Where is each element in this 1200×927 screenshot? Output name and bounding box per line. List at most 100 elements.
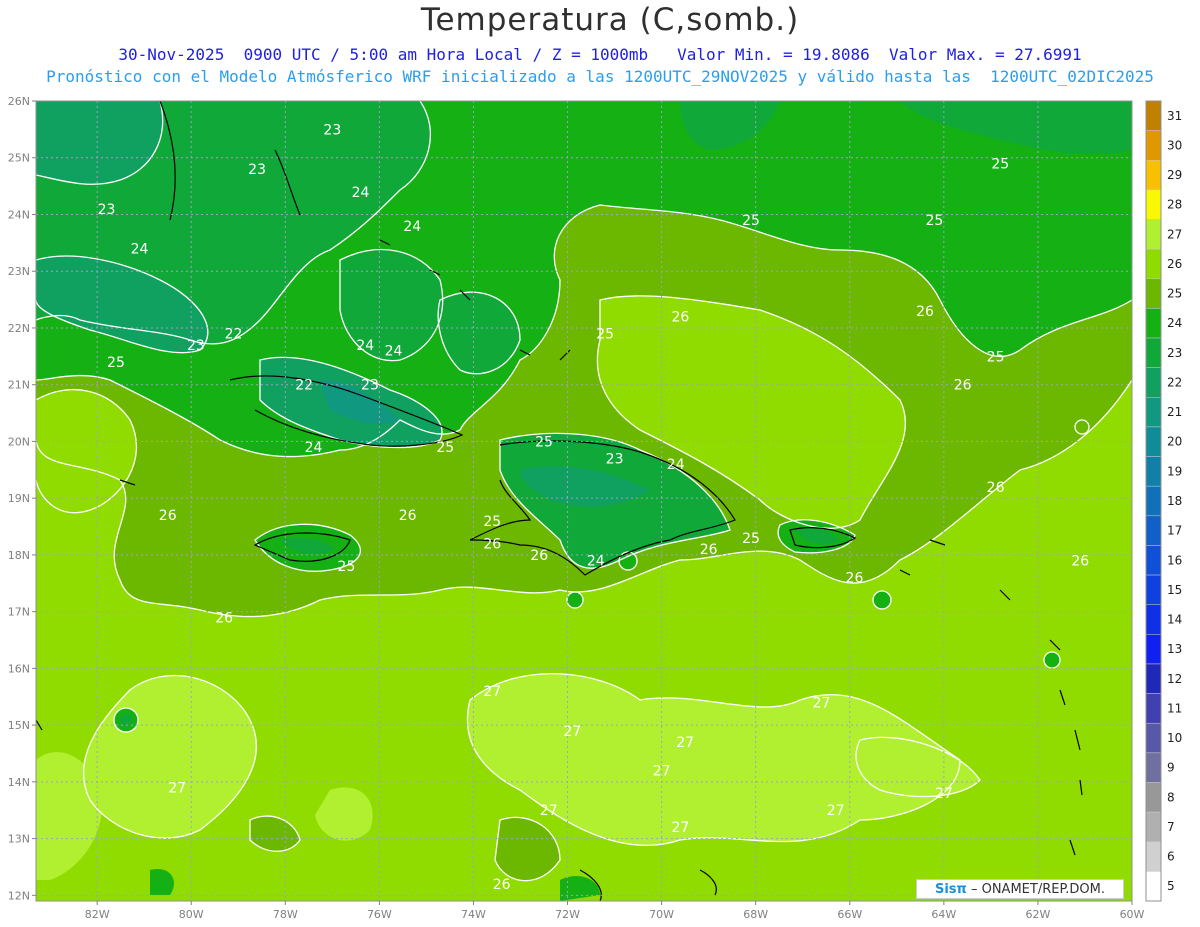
legend-label: 11 [1167, 701, 1182, 715]
lon-label: 80W [179, 908, 204, 921]
sispi-logo-text: Sisπ [934, 882, 967, 897]
legend-swatch [1145, 515, 1162, 546]
contour-label: 23 [323, 122, 341, 138]
legend-label: 31 [1167, 109, 1182, 123]
legend-label: 15 [1167, 583, 1182, 597]
lon-label: 68W [743, 908, 768, 921]
contour-label: 25 [742, 531, 760, 547]
contour-label: 25 [991, 156, 1009, 172]
lon-label: 72W [555, 908, 580, 921]
lat-label: 13N [8, 833, 30, 846]
contour-label: 26 [987, 480, 1005, 496]
contour-label: 26 [399, 508, 417, 524]
legend-swatch [1145, 604, 1162, 635]
legend-swatch [1145, 693, 1162, 724]
contour-label: 23 [248, 162, 266, 178]
contour-label: 27 [563, 724, 581, 740]
lat-label: 18N [8, 549, 30, 562]
legend-label: 7 [1167, 820, 1175, 834]
contour-label: 25 [483, 514, 501, 530]
legend-label: 29 [1167, 168, 1182, 182]
credit-box: Sisπ – ONAMET/REP.DOM. [916, 879, 1124, 899]
lon-label: 62W [1025, 908, 1050, 921]
lat-label: 20N [8, 435, 30, 448]
organization-name: – ONAMET/REP.DOM. [970, 882, 1105, 897]
lon-label: 60W [1120, 908, 1145, 921]
contour-label: 25 [742, 213, 760, 229]
legend-label: 14 [1167, 613, 1182, 627]
lon-label: 82W [85, 908, 110, 921]
contour-label: 26 [215, 610, 233, 626]
legend-label: 12 [1167, 672, 1182, 686]
contour-label: 27 [653, 764, 671, 780]
legend-swatch [1145, 308, 1162, 339]
contour-label: 27 [540, 803, 558, 819]
contour-label: 26 [916, 304, 934, 320]
contour-label: 25 [338, 559, 356, 575]
legend-label: 17 [1167, 524, 1182, 538]
contour-label: 24 [587, 554, 605, 570]
legend-label: 23 [1167, 346, 1182, 360]
legend-label: 19 [1167, 464, 1182, 478]
legend-swatch [1145, 248, 1162, 280]
lat-label: 12N [8, 889, 30, 902]
contour-label: 26 [159, 508, 177, 524]
contour-label: 22 [225, 327, 243, 343]
contour-label: 23 [98, 202, 116, 218]
lat-label: 25N [8, 152, 30, 165]
legend-label: 8 [1167, 790, 1175, 804]
lat-label: 24N [8, 208, 30, 221]
legend-swatch [1145, 545, 1162, 576]
legend-label: 16 [1167, 553, 1182, 567]
contour-label: 24 [305, 440, 323, 456]
legend-swatch [1145, 100, 1162, 131]
contour-label: 25 [436, 440, 454, 456]
legend-swatch [1145, 485, 1162, 517]
contour-label: 24 [356, 338, 374, 354]
lat-label: 14N [8, 776, 30, 789]
contour-label: 24 [385, 344, 403, 360]
legend-label: 20 [1167, 435, 1182, 449]
legend-label: 25 [1167, 287, 1182, 301]
lon-label: 76W [367, 908, 392, 921]
legend-label: 30 [1167, 138, 1182, 152]
contour-label: 27 [813, 695, 831, 711]
legend-swatch [1145, 130, 1162, 161]
lat-label: 21N [8, 379, 30, 392]
legend-label: 28 [1167, 198, 1182, 212]
legend-swatch [1145, 367, 1162, 398]
legend-swatch [1145, 634, 1162, 665]
contour-label: 24 [131, 242, 149, 258]
color-legend: 31 30 29 28 27 26 25 24 23 22 21 20 19 18 17 16 15 14 13 12… [1145, 100, 1182, 902]
lat-label: 22N [8, 322, 30, 335]
contour-label: 23 [606, 451, 624, 467]
legend-swatch [1145, 782, 1162, 813]
legend-swatch [1145, 278, 1162, 309]
contour-label: 24 [667, 457, 685, 473]
legend-swatch [1145, 841, 1162, 872]
contour-label: 25 [987, 349, 1005, 365]
legend-label: 27 [1167, 227, 1182, 241]
lat-label: 16N [8, 662, 30, 675]
contour-label: 27 [483, 684, 501, 700]
contour-label: 25 [926, 213, 944, 229]
lat-label: 17N [8, 606, 30, 619]
contour-label: 26 [1071, 554, 1089, 570]
legend-swatch [1145, 811, 1162, 842]
legend-swatch [1145, 722, 1162, 754]
contour-label: 26 [846, 571, 864, 587]
legend-swatch [1145, 160, 1162, 191]
legend-label: 22 [1167, 375, 1182, 389]
contour-label: 25 [596, 327, 614, 343]
legend-swatch [1145, 871, 1162, 902]
legend-swatch [1145, 456, 1162, 487]
legend-label: 13 [1167, 642, 1182, 656]
lon-label: 74W [461, 908, 486, 921]
legend-swatch [1145, 397, 1162, 428]
contour-label: 27 [827, 803, 845, 819]
legend-label: 24 [1167, 316, 1182, 330]
legend-label: 9 [1167, 761, 1175, 775]
legend-label: 10 [1167, 731, 1182, 745]
legend-label: 18 [1167, 494, 1182, 508]
contour-label: 27 [672, 820, 690, 836]
